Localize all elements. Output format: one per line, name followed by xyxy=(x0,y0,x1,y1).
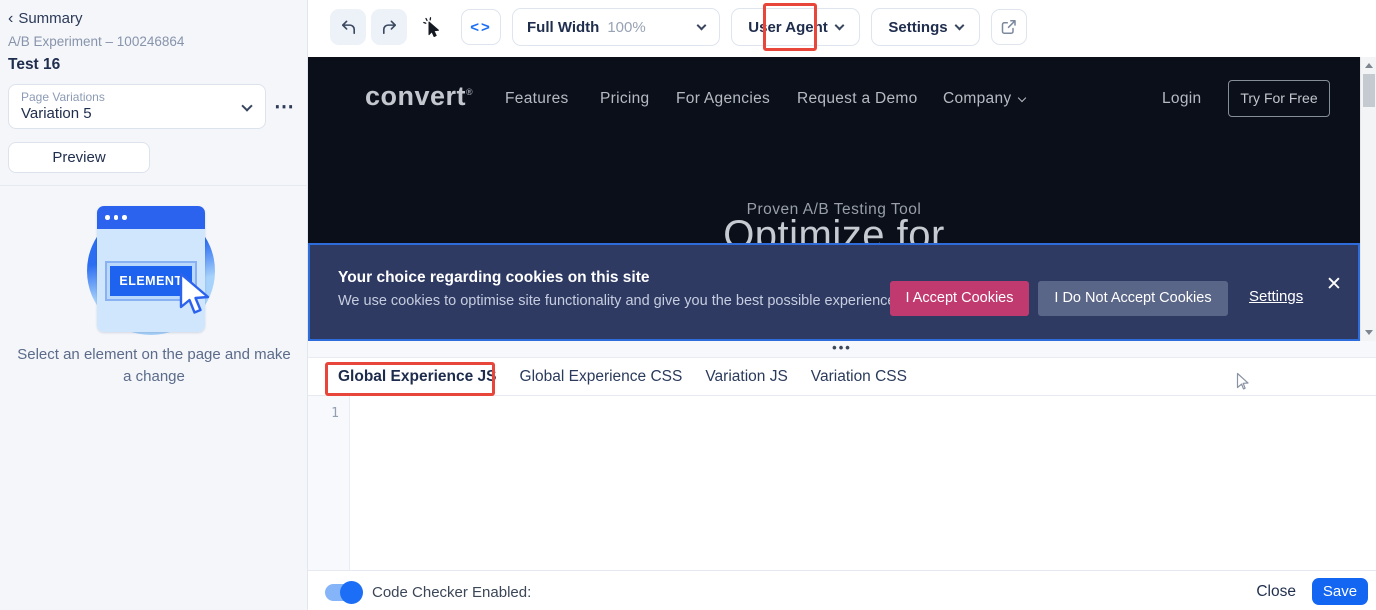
line-number: 1 xyxy=(331,406,339,421)
convert-logo[interactable]: convert® xyxy=(365,81,473,112)
tab-variation-css[interactable]: Variation CSS xyxy=(811,368,907,386)
tab-global-experience-css[interactable]: Global Experience CSS xyxy=(520,368,683,386)
convert-visual-editor: ‹ Summary A/B Experiment – 100246864 Test… xyxy=(0,0,1376,610)
code-icon: <> xyxy=(470,18,492,36)
select-cursor-icon xyxy=(423,17,439,37)
chevron-down-icon xyxy=(834,20,845,31)
chevron-down-icon xyxy=(1018,93,1027,103)
cookie-banner-body: We use cookies to optimise site function… xyxy=(338,293,900,309)
code-checker-label: Code Checker Enabled: xyxy=(372,584,532,601)
variation-selector-value: Variation 5 xyxy=(21,105,92,122)
open-external-button[interactable] xyxy=(991,9,1027,45)
code-checker-toggle[interactable] xyxy=(325,581,363,604)
nav-link-login[interactable]: Login xyxy=(1162,90,1201,108)
viewport-width-dropdown[interactable]: Full Width 100% xyxy=(512,8,720,46)
editor-gutter: 1 xyxy=(308,396,350,570)
toggle-knob xyxy=(340,581,363,604)
accept-cookies-button[interactable]: I Accept Cookies xyxy=(890,281,1029,316)
sidebar: ‹ Summary A/B Experiment – 100246864 Test… xyxy=(0,0,308,610)
scroll-up-arrow-icon[interactable] xyxy=(1365,63,1373,68)
zoom-level-value: 100% xyxy=(607,18,646,36)
user-agent-label: User Agent xyxy=(748,18,828,36)
variation-menu-button[interactable]: ⋯ xyxy=(274,94,295,119)
registered-mark: ® xyxy=(466,87,474,97)
sidebar-divider xyxy=(0,185,308,186)
scroll-down-arrow-icon[interactable] xyxy=(1365,330,1373,335)
cookie-close-icon[interactable]: ✕ xyxy=(1326,275,1342,294)
resize-handle[interactable]: ••• xyxy=(308,341,1376,354)
select-element-mode-button[interactable] xyxy=(414,9,452,45)
hero-heading-clipped: Optimize for xyxy=(308,213,1360,243)
nav-link-for-agencies[interactable]: For Agencies xyxy=(676,90,770,108)
save-button[interactable]: Save xyxy=(1312,578,1368,605)
nav-link-request-demo[interactable]: Request a Demo xyxy=(797,90,918,108)
undo-icon xyxy=(341,20,355,34)
tab-variation-js[interactable]: Variation JS xyxy=(705,368,787,386)
nav-link-company[interactable]: Company xyxy=(943,90,1027,108)
cursor-arrow-graphic xyxy=(179,272,210,314)
editor-footer: Code Checker Enabled: Close Save xyxy=(308,570,1376,610)
user-agent-dropdown[interactable]: User Agent xyxy=(731,8,860,46)
variation-selector-label: Page Variations xyxy=(21,90,105,104)
chevron-down-icon xyxy=(954,20,965,31)
undo-button[interactable] xyxy=(330,9,366,45)
try-for-free-button[interactable]: Try For Free xyxy=(1228,80,1330,117)
close-button[interactable]: Close xyxy=(1256,583,1296,601)
nav-link-features[interactable]: Features xyxy=(505,90,569,108)
decline-cookies-button[interactable]: I Do Not Accept Cookies xyxy=(1038,281,1228,316)
chevron-down-icon xyxy=(696,20,707,31)
redo-button[interactable] xyxy=(371,9,407,45)
external-link-icon xyxy=(1001,20,1016,35)
browser-titlebar-graphic xyxy=(97,206,205,229)
test-name-label: Test 16 xyxy=(8,56,61,73)
code-input-area[interactable] xyxy=(350,396,1376,570)
website-preview-frame[interactable]: convert® Features Pricing For Agencies R… xyxy=(308,57,1376,341)
preview-button[interactable]: Preview xyxy=(8,142,150,173)
page-variation-selector[interactable]: Page Variations Variation 5 xyxy=(8,84,266,129)
editor-toolbar: <> Full Width 100% User Agent Settings xyxy=(308,0,1376,57)
settings-label: Settings xyxy=(888,18,948,36)
cookie-banner-title: Your choice regarding cookies on this si… xyxy=(338,269,650,286)
code-tab-bar: Global Experience JS Global Experience C… xyxy=(308,358,1376,396)
hero-heading-text: Optimize for xyxy=(723,213,945,243)
nav-link-pricing[interactable]: Pricing xyxy=(600,90,649,108)
code-editor-mode-button[interactable]: <> xyxy=(461,9,501,45)
preview-scrollbar[interactable] xyxy=(1360,57,1376,341)
settings-dropdown[interactable]: Settings xyxy=(871,8,980,46)
empty-state-message: Select an element on the page and make a… xyxy=(17,346,291,385)
redo-icon xyxy=(382,20,396,34)
scrollbar-thumb[interactable] xyxy=(1363,74,1375,107)
cookie-banner: Your choice regarding cookies on this si… xyxy=(308,243,1360,341)
back-chevron-icon: ‹ xyxy=(8,10,14,27)
panel-resize-strip: ••• xyxy=(308,341,1376,358)
back-label: Summary xyxy=(18,10,83,27)
experiment-id-label: A/B Experiment – 100246864 xyxy=(8,34,185,49)
convert-logo-text: convert xyxy=(365,81,467,111)
nav-link-company-label: Company xyxy=(943,90,1012,107)
tab-global-experience-js[interactable]: Global Experience JS xyxy=(338,368,497,386)
cookie-settings-link[interactable]: Settings xyxy=(1249,288,1303,305)
back-to-summary-link[interactable]: ‹ Summary xyxy=(8,10,83,28)
code-editor[interactable]: 1 xyxy=(308,396,1376,570)
viewport-width-label: Full Width xyxy=(527,18,600,36)
